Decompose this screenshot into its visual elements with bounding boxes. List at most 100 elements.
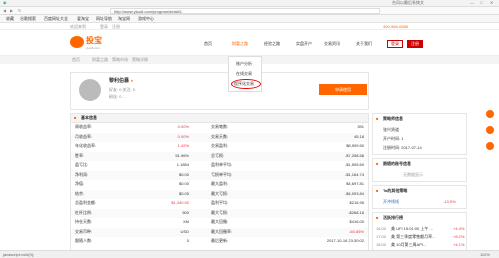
crumb-market[interactable]: 策略市场 <box>112 58 128 62</box>
row-label: 总盈利金额: <box>75 200 97 205</box>
row-label: 总亏损: <box>211 152 225 158</box>
row-label: 杠杆比例: <box>75 209 93 215</box>
row-label: 胜率: <box>75 152 85 158</box>
row-label: 最大回撤: <box>211 219 229 224</box>
minimize-icon[interactable]: — <box>470 1 474 5</box>
address-bar[interactable]: ◀ ▶ ↻ http://www.ytoo8.com/program/detai… <box>0 7 499 15</box>
float-chat-icon[interactable] <box>486 110 494 118</box>
nav-news[interactable]: 交易资讯 <box>324 42 340 46</box>
dropdown-item-trading[interactable]: 在线交易 <box>236 72 252 76</box>
table-row: 净利润: $0.00 亏损单平均: -$1,164.74 <box>71 170 368 180</box>
row-value: $0.00 <box>178 181 189 186</box>
row-label: 交易天数: <box>211 133 229 139</box>
ranking-square-icon: ■ <box>376 215 379 220</box>
maximize-icon[interactable]: □ <box>480 1 482 5</box>
row-label: 年化收益率: <box>75 143 97 148</box>
row-value: -$1,164.74 <box>344 171 364 177</box>
nav-wealth[interactable]: 财富之路 <box>232 42 248 46</box>
row-label: 最大亏损: <box>211 209 229 215</box>
table-row: 月收益率: 0.00% 交易天数: 45.18 <box>71 132 368 142</box>
main-nav: 投宝 ytoo8.com 首页 财富之路 经验之路 实盘开户 交易资讯 关于我们… <box>0 30 499 56</box>
nav-login-button[interactable]: 登录 <box>387 40 403 48</box>
apply-use-button[interactable]: 申请使用 <box>319 84 367 95</box>
float-service-icon[interactable] <box>486 126 494 134</box>
bookmark-item[interactable]: 谷歌搜索 <box>20 17 36 21</box>
row-label: 月收益率: <box>75 133 93 139</box>
bookmark-item[interactable]: 淘宝网 <box>118 17 130 21</box>
other-name[interactable]: 开冲线线 <box>383 200 399 204</box>
bookmark-item[interactable]: 网址导航 <box>96 17 112 21</box>
row-label: 盈利单平均: <box>211 162 233 167</box>
back-icon[interactable]: ◀ <box>3 9 6 13</box>
strategist-panel: ■ 策略师信息 张兴贤道 开户时间: 1 注册时间: 2017-07-14 <box>372 113 467 155</box>
table-row: 年化收益率: 1.42% 交易盈利: $8,599.50 <box>71 142 368 151</box>
other-strategy-panel: ■ Ta的其他策略 开冲线线 -13.5% <box>372 185 467 209</box>
table-row: 杠杆比例: 500 最大亏损: -$268.16 <box>71 208 368 218</box>
dropdown-item-analysis[interactable]: 账户分析 <box>236 62 252 66</box>
url-field[interactable]: http://www.ytoo8.com/program/detail/1 <box>110 8 380 14</box>
row-label: 净利润: <box>75 171 89 177</box>
status-bar: javascript:void(0); 110% <box>0 250 499 258</box>
row-label: 周收益率: <box>75 124 93 129</box>
nav-register-button[interactable]: 注册 <box>407 40 423 48</box>
row-value: $216.95 <box>349 200 364 205</box>
status-url: javascript:void(0); <box>3 252 35 257</box>
rank-value: +8.2% <box>453 234 465 239</box>
profile-stats-2: 粉丝: 0 ... <box>109 94 126 99</box>
table-row: 总盈利金额: $1,340.92 盈利平均: $216.95 <box>71 199 368 208</box>
top-register-link[interactable]: 注册 <box>112 25 120 29</box>
table-row: 胜率: 51.96% 总亏损: -$7,258.58 <box>71 151 368 161</box>
table-row: 交易币种: USD 最大回撤率: -60.85% <box>71 227 368 237</box>
row-value: 391 <box>357 124 364 129</box>
crumb-home[interactable]: 首页 <box>72 58 80 62</box>
basic-info-title: 基本信息 <box>81 115 97 120</box>
rank-text[interactable]: 美 第三季度零售额月率... <box>391 235 435 239</box>
nav-experience[interactable]: 经验之路 <box>264 42 280 46</box>
other-title: Ta的其他策略 <box>383 188 408 193</box>
logo-name: 投宝 <box>86 36 102 45</box>
forward-icon[interactable]: ▶ <box>10 9 13 13</box>
row-label: 净值: <box>75 181 85 186</box>
float-top-icon[interactable] <box>486 142 494 150</box>
row-value: 2017-10-16 23:30:02 <box>326 238 364 243</box>
row-label: 最大回撤率: <box>211 228 233 234</box>
basic-info-table: 周收益率: 0.00% 交易笔数: 391 月收益率: 0.00% 交易天数: 45.18 年化… <box>71 123 368 253</box>
welcome-text: 欢迎来到 <box>70 24 86 29</box>
row-label: 交易盈利: <box>211 143 229 148</box>
follow-title: 跟随的账号信息 <box>383 161 411 166</box>
bookmark-item[interactable]: 游戏中心 <box>138 17 154 21</box>
row-value: -$4,093.84 <box>344 190 364 196</box>
row-value: $0.00 <box>178 171 189 177</box>
row-label: 盈亏比: <box>75 162 89 167</box>
bookmark-item[interactable]: 百度网址大全 <box>44 17 68 21</box>
row-value: $0.00 <box>178 190 189 196</box>
close-icon[interactable]: ✕ <box>490 1 493 5</box>
nav-home[interactable]: 首页 <box>204 42 212 46</box>
row-value: 500 <box>182 209 189 215</box>
crumb-wealth[interactable]: 财富之路 <box>92 58 108 62</box>
bookmark-item[interactable]: 爱淘宝 <box>77 17 89 21</box>
row-label: 最大亏损: <box>211 190 229 196</box>
profile-stats: 好友: 0 关注: 0 <box>109 87 136 92</box>
rank-value: +4.1% <box>453 242 465 247</box>
wealth-dropdown: 账户分析 在线交易 程序化交易 <box>228 56 262 92</box>
top-login-link[interactable]: 登录 <box>100 25 108 29</box>
bookmark-item[interactable]: 收藏 <box>6 17 14 21</box>
basic-info-panel: ■ 基本信息 周收益率: 0.00% 交易笔数: 391 月收益率: 0.00% 交易天数:… <box>70 113 369 252</box>
table-row: 跟随人数: 0 最后更新: 2017-10-16 23:30:02 <box>71 237 368 246</box>
table-row: 盈亏比: 1.1854 盈利单平均: -$1,505.69 <box>71 161 368 170</box>
zoom-level[interactable]: 110% <box>480 253 490 257</box>
follow-panel: ■ 跟随的账号信息 无数据显示 <box>372 158 467 182</box>
other-square-icon: ■ <box>376 188 379 193</box>
row-value: USD <box>180 228 189 234</box>
site-top-bar: 欢迎来到 登录 注册 400-966-0588 <box>0 23 499 30</box>
logo-url: ytoo8.com <box>86 46 100 50</box>
other-value: -13.5% <box>443 199 456 204</box>
row-value: -$7,258.58 <box>344 152 364 158</box>
rank-text[interactable]: 美 UFI 15:01:00 上午 ... <box>391 227 433 231</box>
refresh-icon[interactable]: ↻ <box>18 9 21 13</box>
row-label: 亏损单平均: <box>211 171 233 177</box>
rank-text[interactable]: 美 10月第三周API... <box>391 243 426 247</box>
nav-about[interactable]: 关于我们 <box>356 42 372 46</box>
nav-open-account[interactable]: 实盘开户 <box>296 42 312 46</box>
